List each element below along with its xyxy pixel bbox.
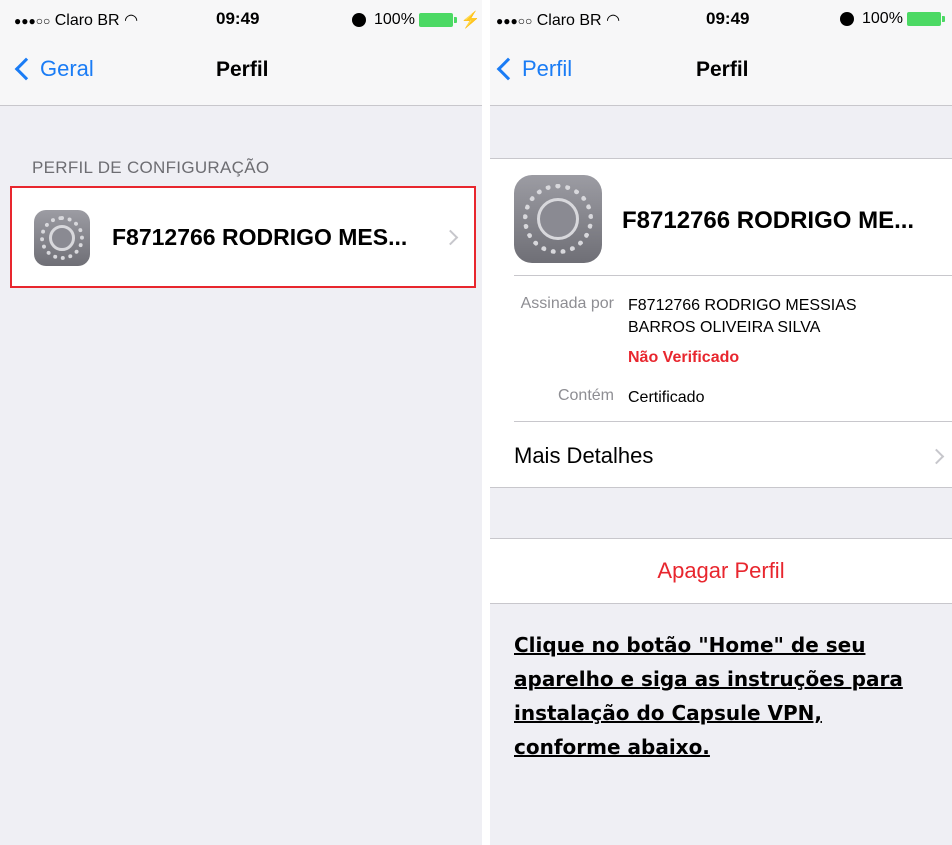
alarm-icon bbox=[840, 12, 854, 26]
delete-profile-label: Apagar Perfil bbox=[657, 558, 785, 583]
carrier-info: ●●●○○ Claro BR ◠ bbox=[496, 10, 620, 30]
chevron-right-icon bbox=[928, 448, 945, 465]
carrier-name: Claro BR bbox=[536, 12, 602, 29]
contains-value: Certificado bbox=[628, 389, 705, 406]
status-bar: ●●●○○ Claro BR ◠ 09:49 100% bbox=[490, 0, 952, 36]
status-time: 09:49 bbox=[216, 9, 260, 28]
back-label: Perfil bbox=[522, 56, 573, 81]
more-details-button[interactable]: Mais Detalhes bbox=[514, 443, 653, 469]
settings-gear-icon bbox=[34, 210, 90, 266]
carrier-info: ●●●○○ Claro BR ◠ bbox=[14, 10, 138, 30]
divider bbox=[514, 421, 952, 422]
gear-shape bbox=[523, 184, 593, 254]
signal-strength-icon: ●●●○○ bbox=[14, 14, 51, 28]
carrier-name: Claro BR bbox=[54, 12, 120, 29]
signed-by-label: Assinada por bbox=[520, 295, 614, 312]
section-header: PERFIL DE CONFIGURAÇÃO bbox=[32, 158, 270, 177]
page-title: Perfil bbox=[696, 58, 749, 81]
gear-center bbox=[537, 198, 579, 240]
wifi-icon: ◠ bbox=[606, 12, 621, 29]
status-bar: ●●●○○ Claro BR ◠ 09:49 100% ⚡ bbox=[0, 0, 482, 36]
instruction-text: Clique no botão "Home" de seu aparelho e… bbox=[514, 633, 903, 759]
battery-indicator: 100% bbox=[840, 10, 945, 28]
right-screen: ●●●○○ Claro BR ◠ 09:49 100% Perfil Perfi… bbox=[490, 0, 952, 845]
battery-icon bbox=[906, 12, 945, 26]
profile-name: F8712766 RODRIGO MES... bbox=[112, 224, 408, 250]
battery-indicator: 100% ⚡ bbox=[352, 10, 481, 30]
profile-detail-card: F8712766 RODRIGO ME... Assinada por F871… bbox=[490, 158, 952, 488]
verification-status: Não Verificado bbox=[628, 349, 740, 366]
back-label: Geral bbox=[40, 56, 94, 81]
chevron-left-icon bbox=[496, 57, 520, 81]
page-title: Perfil bbox=[216, 58, 269, 81]
wifi-icon: ◠ bbox=[124, 12, 139, 29]
gear-center bbox=[49, 225, 75, 251]
back-button[interactable]: Perfil bbox=[494, 56, 572, 82]
charging-icon: ⚡ bbox=[460, 12, 481, 29]
divider bbox=[514, 275, 952, 276]
status-time: 09:49 bbox=[706, 9, 750, 28]
left-screen: ●●●○○ Claro BR ◠ 09:49 100% ⚡ Geral Perf… bbox=[0, 0, 482, 845]
contains-label: Contém bbox=[557, 387, 614, 404]
signed-by-value-line1: F8712766 RODRIGO MESSIAS bbox=[628, 297, 857, 314]
profile-name: F8712766 RODRIGO ME... bbox=[622, 207, 915, 234]
navigation-bar: Perfil Perfil bbox=[490, 36, 952, 106]
battery-icon bbox=[418, 13, 457, 27]
back-button[interactable]: Geral bbox=[12, 56, 94, 82]
signed-by-value-line2: BARROS OLIVEIRA SILVA bbox=[628, 319, 821, 336]
chevron-right-icon bbox=[442, 229, 459, 246]
profile-list-item[interactable]: F8712766 RODRIGO MES... bbox=[10, 186, 476, 288]
gear-shape bbox=[40, 216, 84, 260]
delete-profile-button[interactable]: Apagar Perfil bbox=[490, 538, 952, 604]
chevron-left-icon bbox=[14, 57, 38, 81]
alarm-icon bbox=[352, 13, 366, 27]
battery-percentage: 100% bbox=[862, 10, 903, 27]
signal-strength-icon: ●●●○○ bbox=[496, 14, 533, 28]
battery-percentage: 100% bbox=[374, 11, 415, 28]
settings-gear-icon bbox=[514, 175, 602, 263]
navigation-bar: Geral Perfil bbox=[0, 36, 482, 106]
